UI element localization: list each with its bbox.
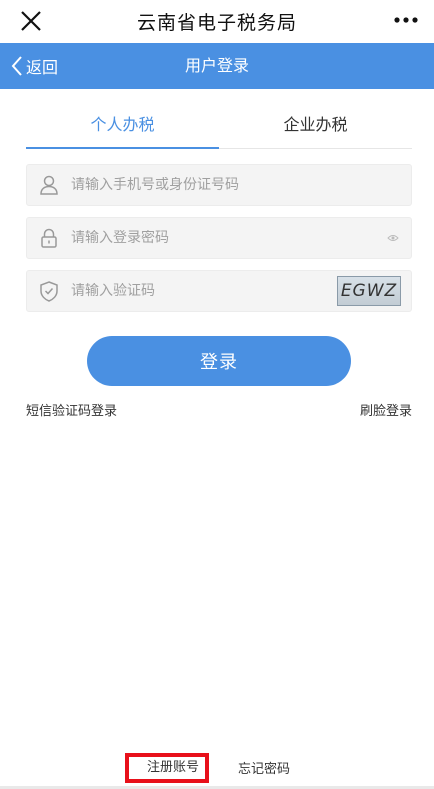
app-titlebar: 云南省电子税务局 <box>0 0 434 42</box>
bottom-links: 注册账号 忘记密码 <box>0 752 434 786</box>
sms-login-link[interactable]: 短信验证码登录 <box>26 400 117 419</box>
login-button[interactable]: 登录 <box>87 336 351 386</box>
login-type-tabs: 个人办税 企业办税 <box>26 105 412 149</box>
page-title: 用户登录 <box>184 56 249 75</box>
tab-personal[interactable]: 个人办税 <box>26 105 219 149</box>
password-input[interactable] <box>71 230 321 246</box>
shield-icon <box>40 281 58 302</box>
nav-bar: 返回 用户登录 <box>0 43 434 89</box>
window-title: 云南省电子税务局 <box>136 12 297 34</box>
account-field <box>26 164 412 206</box>
password-field <box>26 217 412 259</box>
captcha-image[interactable]: EGWZ <box>337 276 401 306</box>
account-input[interactable] <box>71 177 321 193</box>
more-dots-icon[interactable] <box>392 9 420 31</box>
captcha-field: EGWZ <box>26 270 412 312</box>
captcha-input[interactable] <box>71 283 321 299</box>
forgot-password-link[interactable]: 忘记密码 <box>238 758 290 777</box>
user-icon <box>40 175 58 195</box>
register-link[interactable]: 注册账号 <box>125 753 209 783</box>
eye-icon[interactable] <box>387 233 399 243</box>
tab-enterprise[interactable]: 企业办税 <box>219 105 412 148</box>
lock-icon <box>41 228 57 248</box>
face-login-link[interactable]: 刷脸登录 <box>360 400 412 419</box>
